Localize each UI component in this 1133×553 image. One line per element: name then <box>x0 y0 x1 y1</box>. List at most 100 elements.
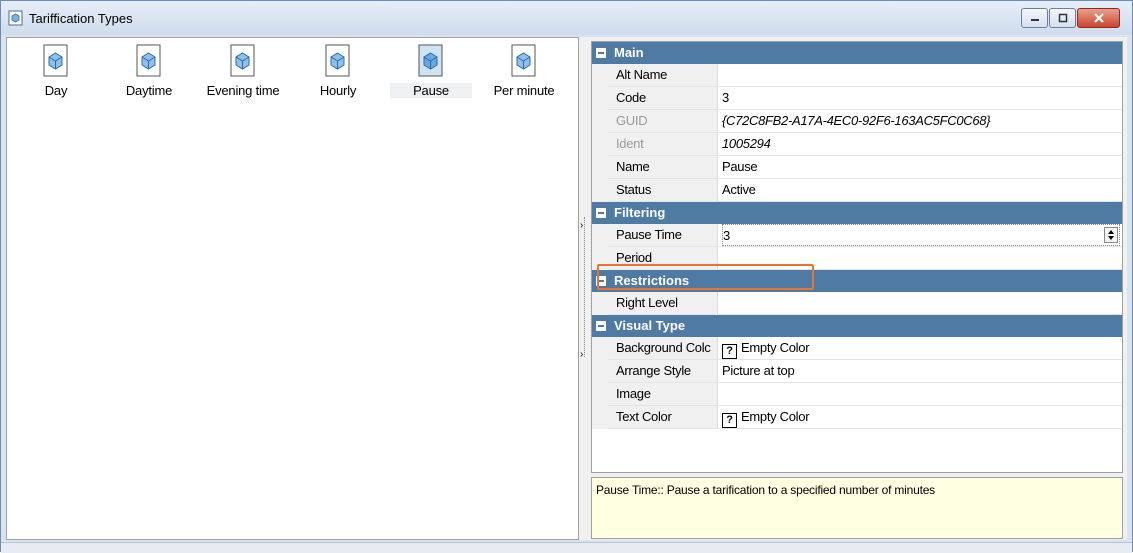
property-value[interactable] <box>722 247 1120 269</box>
tariffication-types-window: Tariffication Types Day Daytime Evening … <box>0 0 1133 553</box>
type-item-label: Hourly <box>319 83 357 98</box>
property-row-pause-time[interactable]: Pause Time 3 <box>592 224 1122 247</box>
row-margin <box>592 179 608 202</box>
unknown-color-icon: ? <box>722 413 737 428</box>
type-item-evening-time[interactable]: Evening time <box>202 44 284 104</box>
close-icon <box>1093 13 1104 23</box>
type-item-day[interactable]: Day <box>15 44 97 104</box>
collapse-icon[interactable] <box>596 321 606 331</box>
row-margin <box>592 383 608 406</box>
property-value[interactable]: ? Empty Color <box>722 406 1120 428</box>
property-value[interactable]: Pause <box>722 156 1120 178</box>
row-margin <box>592 247 608 270</box>
category-title: Restrictions <box>614 273 690 288</box>
window-controls <box>1020 8 1120 30</box>
category-title: Main <box>614 45 644 60</box>
property-name: Ident <box>608 133 718 155</box>
property-name: Code <box>608 87 718 109</box>
property-value[interactable] <box>722 292 1120 314</box>
property-row-name[interactable]: Name Pause <box>592 156 1122 179</box>
type-item-pause[interactable]: Pause <box>390 44 472 104</box>
window-title: Tariffication Types <box>29 11 133 26</box>
splitter-arrow-icon: › <box>580 349 584 360</box>
property-row-code[interactable]: Code 3 <box>592 87 1122 110</box>
type-item-hourly[interactable]: Hourly <box>297 44 379 104</box>
property-row-arrange-style[interactable]: Arrange Style Picture at top <box>592 360 1122 383</box>
property-name: Image <box>608 383 718 405</box>
panel-splitter[interactable]: › › <box>579 37 591 540</box>
type-item-label: Pause <box>390 83 472 98</box>
property-name: Arrange Style <box>608 360 718 382</box>
property-name: Right Level <box>608 292 718 314</box>
splitter-arrow-icon: › <box>580 220 584 231</box>
property-name: Status <box>608 179 718 201</box>
type-item-per-minute[interactable]: Per minute <box>483 44 565 104</box>
row-margin <box>592 292 608 315</box>
property-description-panel: Pause Time:: Pause a tarification to a s… <box>591 477 1123 539</box>
property-value: 1005294 <box>722 136 771 151</box>
row-margin <box>592 110 608 133</box>
property-row-text-color[interactable]: Text Color ? Empty Color <box>592 406 1122 429</box>
property-row-image[interactable]: Image <box>592 383 1122 406</box>
property-row-right-level[interactable]: Right Level <box>592 292 1122 315</box>
property-name: Background Colc <box>608 337 718 359</box>
splitter-grip <box>584 217 585 357</box>
type-item-label: Daytime <box>125 83 173 98</box>
cube-document-icon <box>230 44 255 77</box>
title-bar[interactable]: Tariffication Types <box>1 1 1132 35</box>
row-margin <box>592 360 608 383</box>
cube-document-icon <box>511 44 536 77</box>
category-main[interactable]: Main <box>592 42 1122 64</box>
type-item-label: Evening time <box>206 83 280 98</box>
property-value[interactable]: 3 <box>722 87 1120 109</box>
spin-up-down-icon[interactable] <box>1104 227 1118 243</box>
cube-document-icon <box>325 44 350 77</box>
row-margin <box>592 87 608 110</box>
property-row-status[interactable]: Status Active <box>592 179 1122 202</box>
collapse-icon[interactable] <box>596 48 606 58</box>
property-name: Pause Time <box>608 224 718 246</box>
pause-time-input[interactable]: 3 <box>722 224 1120 246</box>
minimize-icon <box>1030 19 1039 21</box>
property-value: {C72C8FB2-A17A-4EC0-92F6-163AC5FC0C68} <box>722 113 991 128</box>
property-value[interactable] <box>722 383 1120 405</box>
close-button[interactable] <box>1077 8 1120 28</box>
row-margin <box>592 337 608 360</box>
type-item-label: Day <box>44 83 68 98</box>
collapse-icon[interactable] <box>596 276 606 286</box>
property-value[interactable]: ? Empty Color <box>722 337 1120 359</box>
row-margin <box>592 156 608 179</box>
property-row-ident[interactable]: Ident 1005294 <box>592 133 1122 156</box>
cube-document-icon <box>8 10 23 26</box>
type-list-panel[interactable]: Day Daytime Evening time Hourly Pause Pe… <box>6 37 579 540</box>
property-row-period[interactable]: Period <box>592 247 1122 270</box>
property-row-background-color[interactable]: Background Colc ? Empty Color <box>592 337 1122 360</box>
property-name: Name <box>608 156 718 178</box>
row-margin <box>592 224 608 247</box>
maximize-icon <box>1058 13 1067 23</box>
category-visual-type[interactable]: Visual Type <box>592 315 1122 337</box>
collapse-icon[interactable] <box>596 208 606 218</box>
row-margin <box>592 133 608 156</box>
property-value[interactable]: Picture at top <box>722 360 1120 382</box>
category-restrictions[interactable]: Restrictions <box>592 270 1122 292</box>
category-title: Visual Type <box>614 318 686 333</box>
category-title: Filtering <box>614 205 666 220</box>
color-value-text: Empty Color <box>741 409 810 424</box>
cube-document-icon <box>418 44 443 77</box>
property-value[interactable]: Active <box>722 179 1120 201</box>
maximize-button[interactable] <box>1049 8 1076 28</box>
property-name: Text Color <box>608 406 718 428</box>
property-row-guid[interactable]: GUID {C72C8FB2-A17A-4EC0-92F6-163AC5FC0C… <box>592 110 1122 133</box>
row-margin <box>592 64 608 87</box>
color-value-text: Empty Color <box>741 340 810 355</box>
category-filtering[interactable]: Filtering <box>592 202 1122 224</box>
property-grid[interactable]: Main Alt Name Code 3 GUID {C72C8FB2-A17A… <box>591 41 1123 473</box>
minimize-button[interactable] <box>1021 8 1048 28</box>
row-margin <box>592 406 608 429</box>
property-row-alt-name[interactable]: Alt Name <box>592 64 1122 87</box>
type-item-daytime[interactable]: Daytime <box>108 44 190 104</box>
property-value[interactable] <box>722 64 1120 86</box>
property-name: GUID <box>608 110 718 132</box>
cube-document-icon <box>136 44 161 77</box>
